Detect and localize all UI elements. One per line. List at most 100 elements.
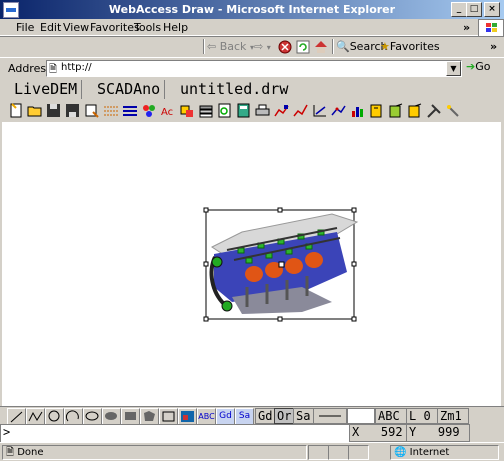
bar-graph-icon[interactable] <box>349 102 367 120</box>
stop-icon <box>278 40 292 54</box>
arc-tool-icon[interactable] <box>64 408 83 425</box>
go-arrow-icon: ➔ <box>466 60 476 73</box>
menu-file[interactable]: File <box>16 21 34 34</box>
address-dropdown-icon[interactable]: ▼ <box>446 61 461 76</box>
favorites-button[interactable]: ★Favorites <box>380 40 440 53</box>
fill-icon[interactable] <box>178 102 196 120</box>
color-swatch[interactable] <box>347 408 375 424</box>
color-palette-icon[interactable] <box>140 102 158 120</box>
back-button[interactable]: ⇦ Back ▾ <box>207 40 254 53</box>
address-value: http:// <box>61 62 92 73</box>
address-bar: Address 🗎 http:// ▼ ➔Go <box>0 57 504 80</box>
tab-untitled[interactable]: untitled.drw <box>176 80 292 99</box>
drawing-canvas[interactable] <box>2 122 501 406</box>
font-sa-button[interactable]: Sa <box>293 408 314 424</box>
menu-favorites[interactable]: Favorites <box>90 21 140 34</box>
lines-icon[interactable] <box>121 102 139 120</box>
menu-view[interactable]: View <box>63 21 89 34</box>
line-style-button[interactable] <box>313 408 347 424</box>
command-row: > X 592 Y 999 <box>0 424 504 443</box>
animation-2-icon[interactable] <box>406 102 424 120</box>
status-panel-empty-2 <box>328 445 349 460</box>
refresh-button[interactable] <box>296 40 310 57</box>
svg-text:Ac: Ac <box>161 107 173 118</box>
text-gd-tool[interactable]: Gd <box>216 408 235 425</box>
y-coordinate: Y 999 <box>406 424 470 442</box>
text-sa-tool[interactable]: Sa <box>235 408 254 425</box>
circle-tool-icon[interactable] <box>45 408 64 425</box>
line-tool-icon[interactable] <box>7 408 26 425</box>
home-button[interactable] <box>314 40 328 57</box>
layers-icon[interactable] <box>197 102 215 120</box>
title-bar: WebAccess Draw - Microsoft Internet Expl… <box>0 0 504 19</box>
text-abc-tool[interactable]: ABC <box>197 408 216 425</box>
filled-rect-tool-icon[interactable] <box>121 408 140 425</box>
xy-plot-icon[interactable] <box>311 102 329 120</box>
stop-button[interactable] <box>278 40 292 57</box>
drawing-tabs: LiveDEM SCADAno untitled.drw <box>0 79 504 101</box>
engine-graphic <box>209 213 359 314</box>
menu-bar: File Edit View Favorites Tools Help » <box>0 19 504 37</box>
favorites-icon: ★ <box>380 40 390 53</box>
trend-chart-2-icon[interactable] <box>292 102 310 120</box>
engine-image[interactable] <box>2 122 501 406</box>
bitmap-tool-icon[interactable] <box>178 408 197 425</box>
go-label: Go <box>475 60 491 73</box>
printer-icon[interactable] <box>254 102 272 120</box>
close-button[interactable]: × <box>484 2 500 17</box>
open-folder-icon[interactable] <box>26 102 44 120</box>
back-label: Back <box>219 40 247 53</box>
new-file-icon[interactable] <box>7 102 25 120</box>
x-value: 592 <box>380 425 403 439</box>
maximize-button[interactable]: □ <box>466 2 482 17</box>
layer-button[interactable]: L 0 <box>406 408 438 424</box>
toolbar-overflow[interactable]: » <box>490 40 497 53</box>
address-input[interactable]: 🗎 http:// ▼ <box>46 60 462 77</box>
menu-overflow[interactable]: » <box>463 21 470 34</box>
window-title: WebAccess Draw - Microsoft Internet Expl… <box>108 3 396 16</box>
trend-chart-icon[interactable] <box>273 102 291 120</box>
filled-polygon-tool-icon[interactable] <box>140 408 159 425</box>
line-style-icon <box>319 415 341 417</box>
print-setup-icon[interactable] <box>83 102 101 120</box>
dynamic-object-icon[interactable] <box>368 102 386 120</box>
menu-edit[interactable]: Edit <box>40 21 61 34</box>
tab-scadano[interactable]: SCADAno <box>93 80 166 99</box>
tab-livedem[interactable]: LiveDEM <box>10 80 83 99</box>
status-bar: 🗎 Done 🌐 Internet <box>0 442 504 461</box>
globe-icon: 🌐 <box>394 447 407 458</box>
menu-help[interactable]: Help <box>163 21 188 34</box>
font-gd-button[interactable]: Gd <box>255 408 276 424</box>
zone-panel: 🌐 Internet <box>390 445 499 460</box>
refresh-drawing-icon[interactable] <box>216 102 234 120</box>
x-coordinate: X 592 <box>349 424 407 442</box>
filled-ellipse-tool-icon[interactable] <box>102 408 121 425</box>
zone-text: Internet <box>409 447 450 458</box>
calculator-icon[interactable] <box>235 102 253 120</box>
menu-tools[interactable]: Tools <box>134 21 161 34</box>
save-icon[interactable] <box>45 102 63 120</box>
y-value: 999 <box>437 425 460 439</box>
save-as-icon[interactable] <box>64 102 82 120</box>
status-text: Done <box>17 447 44 458</box>
font-abc-button[interactable]: ABC <box>375 408 407 424</box>
navigation-toolbar: ⇦ Back ▾ ⇨ ▾ 🔍Search ★Favorites » <box>0 36 504 57</box>
status-text-panel: 🗎 Done <box>2 445 307 460</box>
animation-icon[interactable] <box>387 102 405 120</box>
go-button[interactable]: ➔Go <box>466 60 490 73</box>
tools-icon[interactable] <box>425 102 443 120</box>
grid-icon[interactable] <box>102 102 120 120</box>
minimize-button[interactable]: _ <box>451 2 467 17</box>
x-label: X <box>352 425 360 439</box>
command-line-input[interactable]: > <box>0 424 350 443</box>
font-or-button[interactable]: Or <box>274 408 295 424</box>
rectangle-tool-icon[interactable] <box>159 408 178 425</box>
ellipse-tool-icon[interactable] <box>83 408 102 425</box>
refresh-icon <box>296 40 310 54</box>
polyline-tool-icon[interactable] <box>26 408 45 425</box>
zoom-button[interactable]: Zm1 <box>437 408 469 424</box>
font-color-icon[interactable]: Ac <box>159 102 177 120</box>
wizard-icon[interactable] <box>444 102 462 120</box>
line-graph-icon[interactable] <box>330 102 348 120</box>
forward-button[interactable]: ⇨ ▾ <box>254 40 271 53</box>
